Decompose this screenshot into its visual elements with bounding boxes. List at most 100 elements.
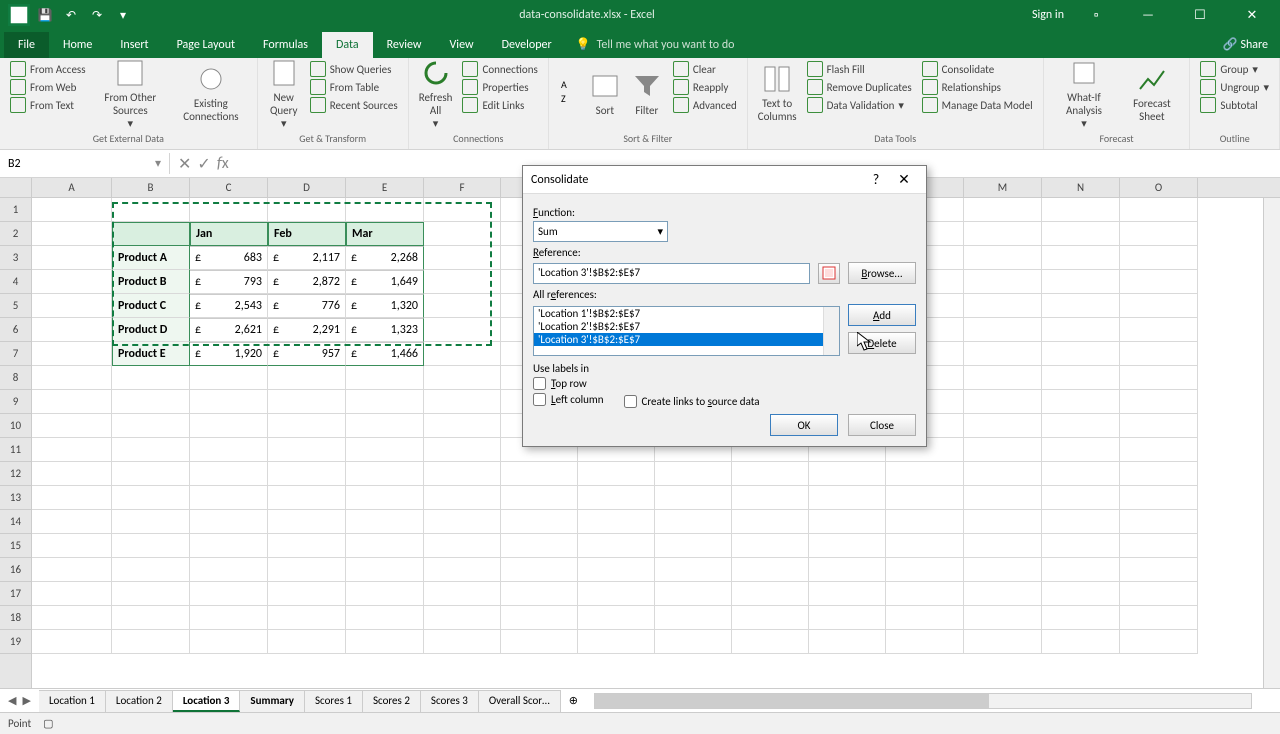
cell[interactable] [578, 630, 655, 654]
cell[interactable] [32, 342, 112, 366]
cell[interactable] [424, 270, 501, 294]
cell[interactable] [655, 558, 732, 582]
column-header[interactable]: O [1120, 178, 1198, 197]
column-header[interactable]: M [964, 178, 1042, 197]
cell[interactable] [112, 534, 190, 558]
ribbon-options-icon[interactable]: ▫ [1076, 0, 1116, 30]
dialog-close-icon[interactable]: ✕ [890, 171, 918, 188]
sheet-prev-icon[interactable]: ◀ [8, 694, 16, 707]
cell[interactable]: Product E [112, 342, 190, 366]
cell[interactable] [964, 486, 1042, 510]
cell[interactable] [578, 462, 655, 486]
cell[interactable] [809, 606, 886, 630]
undo-icon[interactable]: ↶ [60, 4, 82, 26]
cell[interactable] [346, 510, 424, 534]
cell[interactable] [424, 558, 501, 582]
cell[interactable] [501, 462, 578, 486]
column-header[interactable]: D [268, 178, 346, 197]
cell[interactable] [964, 510, 1042, 534]
cell[interactable] [964, 414, 1042, 438]
cell[interactable] [268, 510, 346, 534]
tab-review[interactable]: Review [373, 32, 436, 58]
sheet-tab[interactable]: Scores 1 [305, 690, 363, 712]
cell[interactable] [112, 558, 190, 582]
close-button[interactable]: Close [848, 414, 916, 436]
cell[interactable] [424, 414, 501, 438]
cell[interactable]: £2,268 [346, 246, 424, 270]
fx-icon[interactable]: fx [217, 154, 229, 174]
cell[interactable] [964, 246, 1042, 270]
cell[interactable] [1120, 414, 1198, 438]
cell[interactable] [32, 270, 112, 294]
cell[interactable] [424, 222, 501, 246]
reference-list-item[interactable]: 'Location 3'!$B$2:$E$7 [534, 333, 839, 346]
enter-formula-icon[interactable]: ✓ [197, 154, 210, 174]
cell[interactable] [112, 462, 190, 486]
cell[interactable] [1042, 294, 1120, 318]
cell[interactable] [732, 558, 809, 582]
cell[interactable] [964, 558, 1042, 582]
cell[interactable] [1120, 198, 1198, 222]
subtotal-button[interactable]: Subtotal [1196, 96, 1273, 114]
create-links-checkbox[interactable]: Create links to source data [624, 395, 760, 408]
add-button[interactable]: Add [848, 304, 916, 326]
flash-fill-button[interactable]: Flash Fill [803, 60, 916, 78]
cell[interactable] [886, 534, 964, 558]
cell[interactable] [112, 198, 190, 222]
row-header[interactable]: 11 [0, 438, 31, 462]
tab-view[interactable]: View [436, 32, 488, 58]
cell[interactable] [1042, 198, 1120, 222]
cell[interactable] [964, 198, 1042, 222]
cell[interactable] [346, 462, 424, 486]
cell[interactable]: £957 [268, 342, 346, 366]
cell[interactable] [964, 366, 1042, 390]
cell[interactable] [190, 630, 268, 654]
cell[interactable] [190, 366, 268, 390]
cell[interactable] [655, 534, 732, 558]
reference-input[interactable]: 'Location 3'!$B$2:$E$7 [533, 263, 810, 284]
cell[interactable] [1120, 318, 1198, 342]
row-header[interactable]: 5 [0, 294, 31, 318]
tellme-search[interactable]: 💡Tell me what you want to do [566, 31, 745, 58]
cell[interactable] [424, 582, 501, 606]
cell[interactable] [578, 510, 655, 534]
cell[interactable] [1042, 486, 1120, 510]
cell[interactable] [268, 462, 346, 486]
cell[interactable] [32, 198, 112, 222]
cell[interactable] [964, 462, 1042, 486]
macro-record-icon[interactable]: ▢ [43, 717, 53, 730]
whatif-button[interactable]: What-If Analysis ▾ [1050, 60, 1119, 126]
cell[interactable] [964, 342, 1042, 366]
cell[interactable] [32, 246, 112, 270]
tab-file[interactable]: File [4, 32, 49, 58]
new-sheet-button[interactable]: ⊕ [561, 694, 586, 707]
cell[interactable] [964, 270, 1042, 294]
sheet-tab[interactable]: Location 1 [39, 690, 106, 712]
sheet-tab[interactable]: Scores 2 [363, 690, 421, 712]
sheet-tab[interactable]: Location 2 [106, 690, 173, 712]
cell[interactable] [424, 606, 501, 630]
top-row-checkbox[interactable]: Top row [533, 377, 604, 390]
cell[interactable] [32, 534, 112, 558]
cell[interactable] [424, 318, 501, 342]
cell[interactable] [964, 606, 1042, 630]
cell[interactable] [578, 582, 655, 606]
row-header[interactable]: 1 [0, 198, 31, 222]
cell[interactable] [112, 222, 190, 246]
cell[interactable] [1042, 630, 1120, 654]
cell[interactable] [190, 534, 268, 558]
cell[interactable] [424, 438, 501, 462]
text-to-columns-button[interactable]: Text to Columns [754, 60, 801, 126]
row-header[interactable]: 7 [0, 342, 31, 366]
cell[interactable] [424, 510, 501, 534]
show-queries-button[interactable]: Show Queries [306, 60, 402, 78]
properties-button[interactable]: Properties [458, 78, 541, 96]
cell[interactable] [1120, 486, 1198, 510]
column-header[interactable]: B [112, 178, 190, 197]
cell[interactable]: £2,291 [268, 318, 346, 342]
cell[interactable]: Product D [112, 318, 190, 342]
from-web-button[interactable]: From Web [6, 78, 90, 96]
connections-button[interactable]: Connections [458, 60, 541, 78]
tab-developer[interactable]: Developer [488, 32, 566, 58]
ok-button[interactable]: OK [770, 414, 838, 436]
